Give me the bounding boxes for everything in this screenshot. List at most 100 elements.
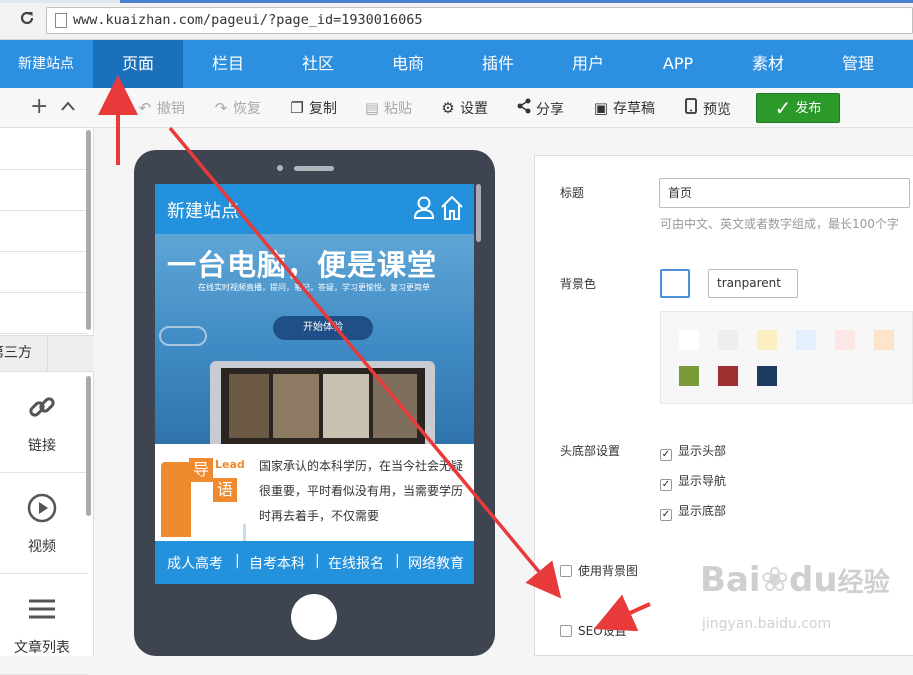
- redo-icon: ↷: [214, 99, 228, 117]
- show-nav-checkbox[interactable]: ✓ 显示导航: [660, 472, 727, 491]
- list-item[interactable]: [0, 293, 88, 334]
- redo-label: 恢复: [233, 101, 261, 117]
- redo-button[interactable]: ↷ 恢复: [212, 98, 261, 118]
- logo-char-2: 语: [213, 478, 237, 502]
- address-url[interactable]: www.kuaizhan.com/pageui/?page_id=1930016…: [73, 12, 423, 28]
- undo-label: 撤销: [157, 101, 185, 117]
- checkbox-checked-icon[interactable]: ✓: [660, 479, 672, 491]
- palette-swatch-7[interactable]: [718, 366, 738, 386]
- palette-swatch-4[interactable]: [835, 330, 855, 350]
- palette-swatch-8[interactable]: [757, 366, 777, 386]
- share-button[interactable]: 分享: [515, 98, 564, 118]
- nav-item-materials[interactable]: 素材: [723, 40, 813, 88]
- copy-label: 复制: [309, 101, 337, 117]
- paste-button[interactable]: ▤ 粘贴: [363, 98, 412, 118]
- show-nav-label: 显示导航: [678, 474, 727, 488]
- list-item[interactable]: [0, 170, 88, 211]
- nav-item-plugins[interactable]: 插件: [453, 40, 543, 88]
- settings-label: 设置: [460, 101, 488, 117]
- phone-speaker: [294, 166, 334, 171]
- palette-swatch-5[interactable]: [874, 330, 894, 350]
- user-icon: [413, 196, 435, 224]
- mobile-header[interactable]: 新建站点: [155, 184, 474, 234]
- browser-bar: www.kuaizhan.com/pageui/?page_id=1930016…: [0, 0, 913, 40]
- mobile-site-title: 新建站点: [167, 201, 239, 222]
- footer-link-register[interactable]: 在线报名: [328, 553, 384, 573]
- page-icon: [55, 13, 67, 28]
- undo-button[interactable]: ↶ 撤销: [136, 98, 185, 118]
- show-footer-checkbox[interactable]: ✓ 显示底部: [660, 502, 727, 521]
- mobile-footer: 成人高考 | 自考本科 | 在线报名 | 网络教育: [155, 541, 474, 584]
- screen-photo: [229, 374, 269, 438]
- checkbox-checked-icon[interactable]: ✓: [660, 449, 672, 461]
- palette-swatch-0[interactable]: [679, 330, 699, 350]
- left-scrollbar-bottom[interactable]: [86, 376, 91, 516]
- mobile-banner[interactable]: 一台电脑，便是课堂 在线实时视频直播，提问，笔记，答疑，学习更愉悦，复习更简单 …: [155, 234, 474, 444]
- collapse-icon[interactable]: [60, 96, 76, 117]
- use-bg-image-checkbox[interactable]: 使用背景图: [560, 562, 638, 578]
- nav-item-app[interactable]: APP: [633, 40, 723, 88]
- banner-cta-button[interactable]: 开始体验: [273, 316, 373, 340]
- phone-scrollbar[interactable]: [476, 184, 481, 242]
- color-preview-swatch[interactable]: [660, 269, 690, 298]
- nav-item-columns[interactable]: 栏目: [183, 40, 273, 88]
- color-value-input[interactable]: tranparent: [708, 269, 798, 298]
- nav-item-users[interactable]: 用户: [543, 40, 633, 88]
- preview-button[interactable]: 预览: [682, 98, 731, 118]
- phone-home-button: [291, 594, 337, 640]
- logo-lead-text: Lead: [215, 458, 245, 471]
- palette-swatch-6[interactable]: [679, 366, 699, 386]
- screen-photo: [323, 374, 369, 438]
- palette-swatch-1[interactable]: [718, 330, 738, 350]
- watermark-brand: Bai❀du经验: [700, 560, 890, 600]
- glasses-decoration: [159, 326, 207, 346]
- phone-icon: [682, 98, 700, 118]
- paste-icon: ▤: [364, 99, 380, 117]
- palette-swatch-3[interactable]: [796, 330, 816, 350]
- save-draft-button[interactable]: ▣ 存草稿: [592, 98, 655, 118]
- list-item[interactable]: [0, 211, 88, 252]
- tab-strip-light: [0, 0, 120, 3]
- checkbox-icon[interactable]: [560, 625, 572, 637]
- show-footer-label: 显示底部: [678, 504, 727, 518]
- footer-separator: |: [235, 553, 240, 569]
- widget-video[interactable]: 视频: [0, 474, 88, 574]
- tab-third-party[interactable]: 第三方: [0, 336, 48, 371]
- baidu-watermark: Bai❀du经验 jingyan.baidu.com: [700, 560, 890, 632]
- add-icon[interactable]: +: [30, 94, 48, 119]
- footer-link-adult-exam[interactable]: 成人高考: [167, 553, 223, 573]
- copy-button[interactable]: ❐ 复制: [288, 98, 337, 118]
- show-header-checkbox[interactable]: ✓ 显示头部: [660, 442, 726, 461]
- seo-checkbox[interactable]: SEO设置: [560, 622, 627, 638]
- footer-link-online-edu[interactable]: 网络教育: [408, 553, 464, 573]
- mobile-article[interactable]: 导 Lead 语 国家承认的本科学历，在当今社会无疑很重要，平时看似没有用，当需…: [155, 444, 474, 544]
- left-tabs: 第三方: [0, 335, 94, 372]
- settings-button[interactable]: ⚙ 设置: [439, 98, 488, 118]
- paste-label: 粘贴: [384, 101, 412, 117]
- title-input[interactable]: 首页: [659, 178, 910, 208]
- list-item[interactable]: [0, 129, 88, 170]
- reload-icon[interactable]: [16, 9, 38, 31]
- left-scrollbar-top[interactable]: [86, 130, 91, 330]
- nav-site-name[interactable]: 新建站点: [0, 40, 92, 88]
- nav-item-manage[interactable]: 管理: [813, 40, 903, 88]
- widget-link[interactable]: 链接: [0, 373, 88, 473]
- nav-item-community[interactable]: 社区: [273, 40, 363, 88]
- nav-item-ecommerce[interactable]: 电商: [363, 40, 453, 88]
- nav-item-pages[interactable]: 页面: [93, 40, 183, 88]
- footer-link-self-study[interactable]: 自考本科: [249, 553, 305, 573]
- checkbox-icon[interactable]: [560, 565, 572, 577]
- copy-icon: ❐: [290, 99, 304, 117]
- checkbox-checked-icon[interactable]: ✓: [660, 509, 672, 521]
- palette-swatch-2[interactable]: [757, 330, 777, 350]
- title-hint: 可由中文、英文或者数字组成，最长100个字: [660, 217, 899, 231]
- publish-button[interactable]: ✓ 发布: [756, 93, 840, 123]
- tab-strip: [0, 0, 913, 3]
- widget-article-list-label: 文章列表: [14, 640, 70, 656]
- logo-char-1: 导: [189, 458, 213, 482]
- widget-article-list[interactable]: 文章列表: [0, 575, 88, 675]
- address-bar[interactable]: www.kuaizhan.com/pageui/?page_id=1930016…: [46, 7, 913, 34]
- list-item[interactable]: [0, 252, 88, 293]
- share-icon: [515, 98, 533, 118]
- seo-label: SEO设置: [578, 624, 627, 638]
